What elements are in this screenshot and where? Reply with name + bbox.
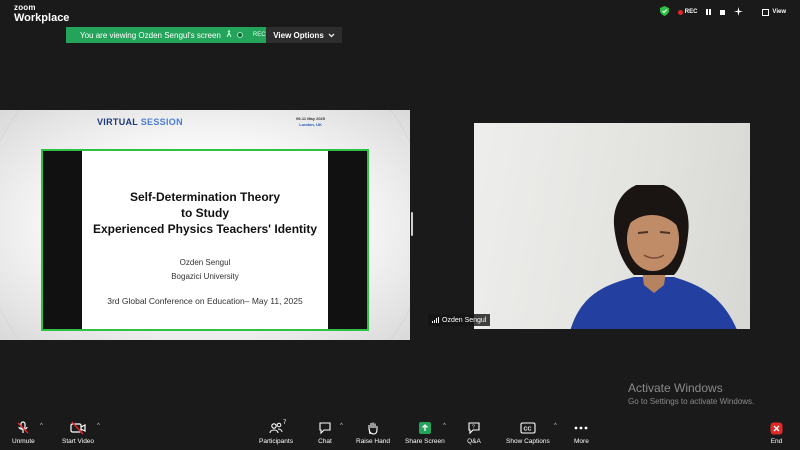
session-date-block: 09-11 May 2025 London, UK [296, 116, 325, 128]
slide-title-line: Experienced Physics Teachers' Identity [92, 222, 318, 236]
split-resize-handle[interactable] [411, 212, 413, 236]
start-video-label: Start Video [62, 438, 95, 445]
activate-windows-title: Activate Windows [628, 381, 723, 395]
slide-title-line: Self-Determination Theory [129, 190, 281, 204]
start-video-button[interactable]: Start Video [62, 420, 94, 445]
presentation-slide: Self-Determination Theory to Study Exper… [82, 151, 328, 329]
chat-button[interactable]: Chat [318, 420, 332, 445]
session-header: VIRTUAL SESSION [97, 117, 183, 127]
view-options-button[interactable]: View Options [266, 27, 342, 43]
participant-name: Ozden Sengul [442, 316, 487, 324]
app-brand: zoom Workplace [14, 4, 69, 24]
session-city: London, UK [299, 122, 322, 127]
chat-icon [318, 420, 332, 436]
more-dots-icon [574, 420, 588, 436]
presentation-frame: Self-Determination Theory to Study Exper… [41, 149, 369, 331]
presenter-icon [225, 30, 233, 40]
brand-line-1: zoom [14, 3, 36, 12]
pause-recording-icon[interactable] [706, 9, 712, 15]
recording-dot-icon [236, 32, 243, 38]
session-header-session: SESSION [140, 117, 183, 127]
participant-name-tag: Ozden Sengul [428, 314, 491, 326]
session-header-virtual: VIRTUAL [97, 117, 138, 127]
share-screen-label: Share Screen [405, 438, 445, 445]
slide-author: Ozden Sengul [179, 258, 231, 267]
slide-title: Self-Determination Theory to Study Exper… [82, 189, 328, 237]
chat-options-caret-icon[interactable]: ^ [340, 423, 343, 429]
recording-dot-icon [677, 9, 683, 15]
audio-options-caret-icon[interactable]: ^ [40, 423, 43, 429]
svg-text:CC: CC [523, 427, 531, 433]
participants-count: 7 [282, 420, 287, 426]
video-off-icon [70, 420, 86, 436]
qa-icon: ? [467, 420, 481, 436]
meeting-toolbar: Unmute ^ Start Video ^ 7 Participants Ch… [0, 417, 800, 450]
view-label: View [772, 9, 786, 15]
end-meeting-button[interactable]: End [770, 420, 783, 445]
share-screen-icon [418, 420, 432, 436]
slide-conference: 3rd Global Conference on Education– May … [107, 296, 303, 306]
view-options-label: View Options [273, 30, 324, 40]
viewing-banner: You are viewing Ozden Sengul's screen RE… [66, 27, 266, 43]
stop-recording-icon[interactable] [720, 9, 726, 15]
recording-status[interactable]: REC [677, 9, 698, 15]
qa-button[interactable]: ? Q&A [467, 420, 481, 445]
top-right-controls: REC View [659, 6, 786, 18]
raise-hand-label: Raise Hand [356, 438, 390, 445]
slide-title-line: to Study [181, 206, 229, 220]
view-button[interactable]: View [762, 8, 786, 16]
more-button[interactable]: More [574, 420, 589, 445]
grid-view-icon [762, 8, 770, 16]
participant-image [570, 185, 737, 329]
encryption-shield-icon [659, 6, 669, 18]
captions-icon: CC [520, 420, 536, 436]
slide-university: Bogazici University [171, 272, 239, 281]
captions-options-caret-icon[interactable]: ^ [554, 423, 557, 429]
chat-label: Chat [318, 438, 332, 445]
participant-video[interactable] [474, 123, 750, 329]
signal-strength-icon [432, 317, 439, 323]
brand-line-2: Workplace [14, 12, 70, 24]
end-label: End [770, 438, 783, 445]
raise-hand-icon [366, 420, 380, 436]
unmute-label: Unmute [12, 438, 35, 445]
share-screen-button[interactable]: Share Screen [405, 420, 445, 445]
svg-text:?: ? [472, 425, 475, 431]
share-options-caret-icon[interactable]: ^ [443, 423, 446, 429]
qa-label: Q&A [467, 438, 481, 445]
viewing-text: You are viewing Ozden Sengul's screen [80, 30, 221, 40]
show-captions-label: Show Captions [506, 438, 550, 445]
raise-hand-button[interactable]: Raise Hand [356, 420, 390, 445]
participants-label: Participants [259, 438, 293, 445]
recording-label: REC [684, 9, 698, 15]
banner-rec-label: REC [252, 32, 266, 38]
activate-windows-subtitle: Go to Settings to activate Windows. [628, 397, 755, 406]
participants-icon: 7 [269, 420, 287, 436]
slide-author-block: Ozden Sengul Bogazici University [82, 256, 328, 284]
video-options-caret-icon[interactable]: ^ [97, 423, 100, 429]
show-captions-button[interactable]: CC Show Captions [506, 420, 550, 445]
more-label: More [574, 438, 589, 445]
unmute-button[interactable]: Unmute [12, 420, 35, 445]
end-meeting-icon [770, 420, 783, 436]
chevron-down-icon [328, 31, 335, 40]
sparkle-icon[interactable] [734, 6, 744, 18]
participants-button[interactable]: 7 Participants [259, 420, 293, 445]
shared-screen: VIRTUAL SESSION 09-11 May 2025 London, U… [0, 110, 410, 340]
activate-windows-watermark: Activate Windows Go to Settings to activ… [628, 381, 754, 406]
microphone-muted-icon [16, 420, 30, 436]
